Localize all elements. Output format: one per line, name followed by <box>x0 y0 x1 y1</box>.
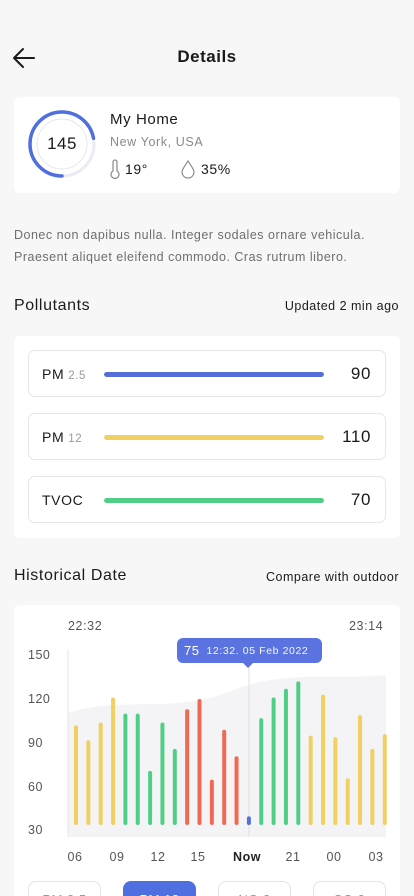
pollutant-value: 110 <box>342 427 371 446</box>
humidity-stat: 35% <box>180 159 231 179</box>
home-card[interactable]: 145 My Home New York, USA 19° 35% <box>14 97 400 193</box>
chart-tooltip: 75 12:32. 05 Feb 2022 <box>177 638 322 668</box>
x-tick-label: 15 <box>190 850 206 864</box>
tab-pm25[interactable]: PM 2.5 <box>28 881 101 896</box>
chart-bar[interactable] <box>259 718 264 825</box>
chart-bar[interactable] <box>160 722 165 825</box>
pollutants-card: PM 2.5 90 PM 12 110 TVOC 70 <box>14 336 400 538</box>
description-text: Donec non dapibus nulla. Integer sodales… <box>14 228 365 264</box>
x-tick-label-now: Now <box>233 850 261 864</box>
chart-bar[interactable] <box>271 697 276 825</box>
y-tick-label: 150 <box>28 648 51 662</box>
pollutant-bar <box>104 372 324 377</box>
chart-bar[interactable] <box>148 770 153 825</box>
page-title: Details <box>177 47 237 66</box>
chart-bar[interactable] <box>98 722 103 825</box>
home-name: My Home <box>110 111 179 128</box>
tooltip-value: 75 <box>184 643 200 658</box>
chart-bar[interactable] <box>370 748 375 825</box>
chart-bar[interactable] <box>111 697 116 825</box>
start-time: 22:32 <box>68 619 103 633</box>
temperature-value: 19° <box>125 161 148 177</box>
chart-bar[interactable] <box>222 729 227 825</box>
x-tick-label: 09 <box>109 850 125 864</box>
pollutant-bar <box>104 498 324 503</box>
water-drop-icon <box>181 159 195 179</box>
pollutant-row-pm12[interactable]: PM 12 110 <box>28 413 386 460</box>
x-tick-label: 03 <box>368 850 384 864</box>
pollutant-bar-fill <box>104 498 324 503</box>
tooltip-date: 12:32. 05 Feb 2022 <box>206 644 309 657</box>
pollutant-bar-fill <box>104 372 324 377</box>
x-tick-label: 06 <box>67 850 83 864</box>
x-tick-label: 00 <box>326 850 342 864</box>
chart-bar[interactable] <box>296 681 301 825</box>
chart-bar[interactable] <box>283 688 288 825</box>
x-tick-label: 21 <box>285 850 301 864</box>
chart-bar[interactable] <box>197 699 202 825</box>
pollutant-value: 90 <box>350 364 371 383</box>
chart-bar[interactable] <box>123 713 128 825</box>
aqi-value: 145 <box>47 134 77 153</box>
tab-pm12[interactable]: PM 12 <box>123 881 196 896</box>
pollutant-row-tvoc[interactable]: TVOC 70 <box>28 476 386 523</box>
x-tick-label: 12 <box>150 850 166 864</box>
history-title: Historical Date <box>14 567 128 584</box>
chart-bar[interactable] <box>135 713 140 825</box>
pollutants-title: Pollutants <box>14 297 91 314</box>
chart-bar[interactable] <box>382 734 387 825</box>
pollutant-row-pm25[interactable]: PM 2.5 90 <box>28 350 386 397</box>
pollutant-name: PM 2.5 <box>42 366 86 382</box>
chart-bar[interactable] <box>209 779 214 825</box>
updated-text: Updated 2 min ago <box>284 299 399 313</box>
pollutant-bar <box>104 435 324 440</box>
temperature-stat: 19° <box>110 159 148 179</box>
chart-bar[interactable] <box>321 694 325 825</box>
compare-outdoor-link[interactable]: Compare with outdoor <box>266 570 399 584</box>
chart-background-area <box>68 675 386 837</box>
humidity-value: 35% <box>201 161 231 177</box>
y-tick-label: 30 <box>28 823 43 837</box>
pollutant-value: 70 <box>350 490 371 509</box>
pollutant-name: PM 12 <box>42 429 83 445</box>
chart-bar[interactable] <box>333 737 338 825</box>
tab-so2[interactable]: SO 2 <box>313 881 386 896</box>
chart-bar[interactable] <box>74 725 78 825</box>
y-tick-label: 60 <box>28 780 43 794</box>
chart-bar[interactable] <box>345 778 350 825</box>
chart-bar[interactable] <box>185 709 190 825</box>
chart-bar[interactable] <box>358 715 363 825</box>
chart-bar[interactable] <box>86 740 91 825</box>
y-tick-label: 120 <box>28 692 51 706</box>
pollutant-name: TVOC <box>42 492 84 508</box>
home-location: New York, USA <box>110 135 204 149</box>
chart-bar[interactable] <box>234 756 239 825</box>
thermometer-icon <box>110 159 120 179</box>
chart-bar[interactable] <box>246 816 251 825</box>
y-tick-label: 90 <box>28 736 43 750</box>
header: Details <box>0 0 414 100</box>
pollutant-bar-fill <box>104 435 324 440</box>
chart-bar[interactable] <box>172 748 177 825</box>
end-time: 23:14 <box>349 619 384 633</box>
history-card: 22:32 23:14 150 120 90 60 30 06 09 12 15… <box>14 605 400 896</box>
tab-no2[interactable]: NO 2 <box>218 881 291 896</box>
chart-bar[interactable] <box>308 735 313 825</box>
